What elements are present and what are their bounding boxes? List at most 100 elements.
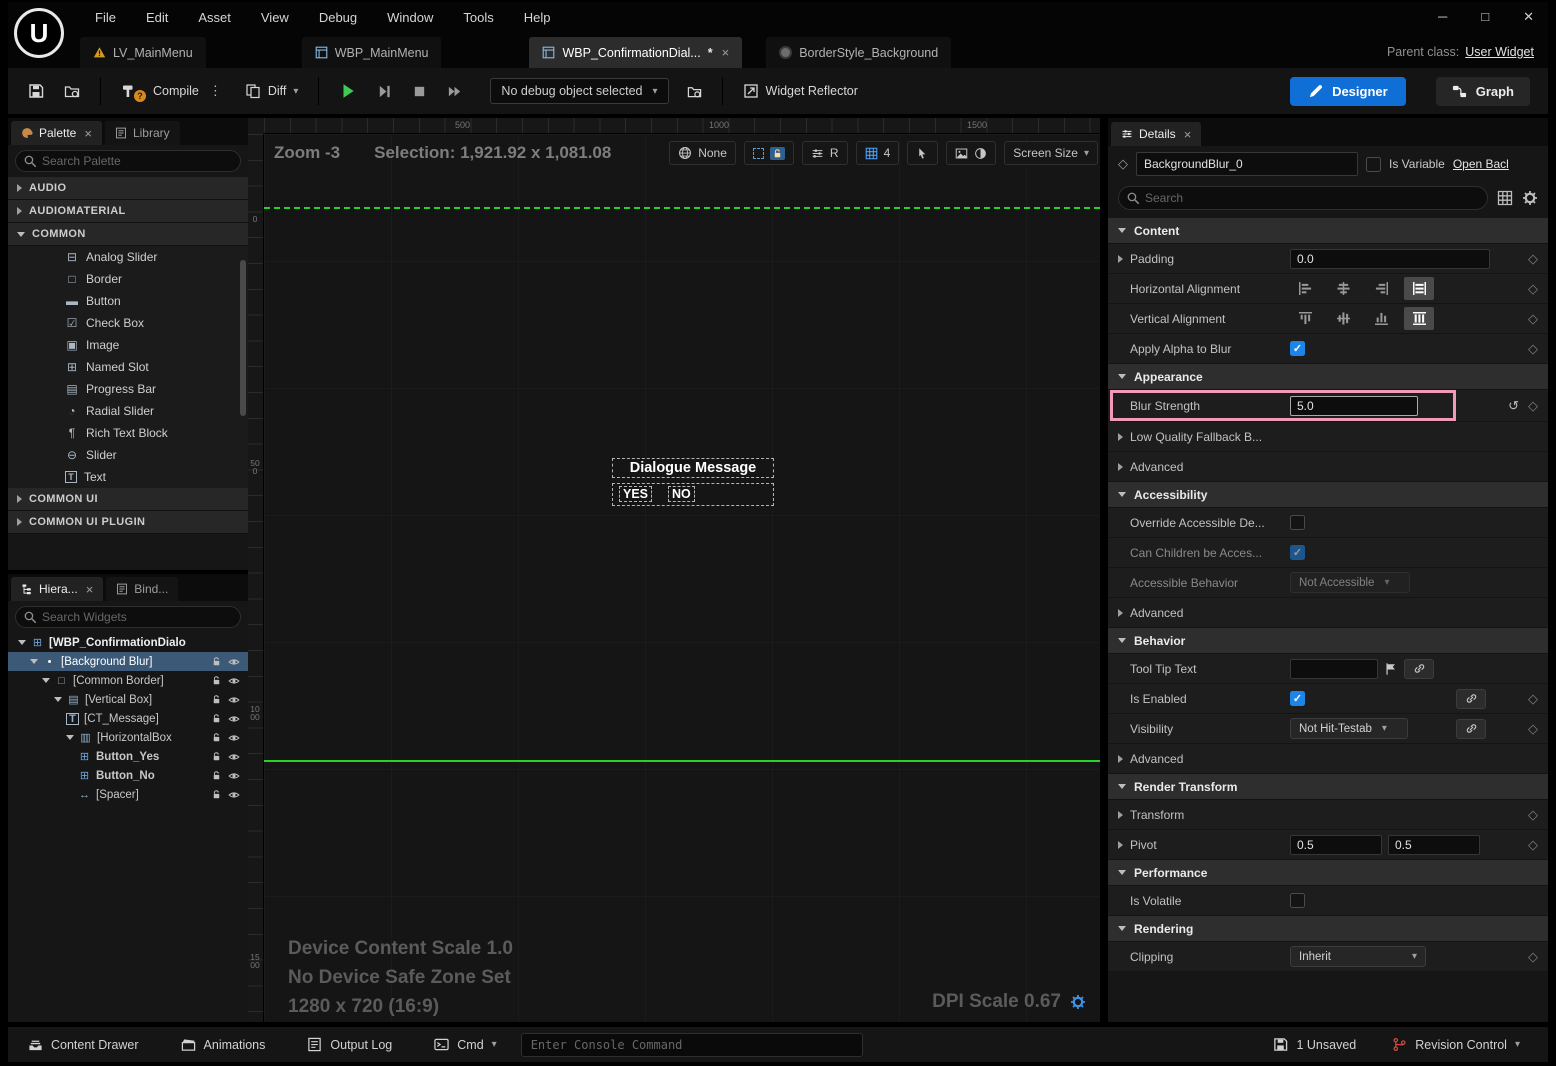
compile-button[interactable]: ? Compile ⋮ (113, 74, 233, 108)
palette-search-input[interactable] (15, 150, 241, 172)
section-performance[interactable]: Performance (1108, 860, 1548, 886)
padding-input[interactable] (1290, 248, 1490, 269)
palette-item-progress-bar[interactable]: ▤ Progress Bar (8, 378, 248, 400)
selected-widget-preview[interactable]: Dialogue Message YES NO (612, 458, 774, 506)
chevron-down-icon[interactable] (66, 735, 74, 740)
widget-name-input[interactable] (1136, 152, 1358, 176)
chevron-down-icon[interactable] (30, 659, 38, 664)
button-row-outline[interactable]: YES NO (612, 483, 774, 506)
bind-diamond-icon[interactable]: ◇ (1528, 251, 1538, 267)
valign-center-button[interactable] (1328, 307, 1358, 330)
close-tab-icon[interactable]: × (1184, 127, 1192, 142)
lock-icon[interactable] (211, 656, 222, 667)
bind-diamond-icon[interactable]: ◇ (1528, 311, 1538, 327)
find-debug-object-button[interactable] (679, 78, 710, 105)
menu-view[interactable]: View (246, 2, 304, 32)
open-parent-link[interactable]: Open Bacl (1453, 157, 1509, 171)
section-rendering[interactable]: Rendering (1108, 916, 1548, 942)
details-search-input[interactable] (1118, 186, 1488, 210)
animations-button[interactable]: Animations (167, 1032, 280, 1058)
section-behavior[interactable]: Behavior (1108, 628, 1548, 654)
section-content[interactable]: Content (1108, 218, 1548, 244)
graph-mode-button[interactable]: Graph (1435, 76, 1530, 106)
lock-icon[interactable] (211, 675, 222, 686)
valign-bottom-button[interactable] (1366, 307, 1396, 330)
hierarchy-item-horizontal-box[interactable]: ▥ [HorizontalBox (8, 728, 248, 747)
row-accessibility-advanced[interactable]: Advanced (1108, 598, 1548, 628)
section-appearance[interactable]: Appearance (1108, 364, 1548, 390)
lock-selection-button[interactable] (743, 141, 794, 165)
lock-icon[interactable] (211, 694, 222, 705)
gear-icon[interactable] (1522, 190, 1538, 206)
eye-icon[interactable] (228, 656, 240, 668)
minimize-icon[interactable]: ─ (1438, 9, 1447, 25)
asset-tab-borderstyle-background[interactable]: BorderStyle_Background (766, 37, 952, 68)
palette-item-analog-slider[interactable]: ⊟ Analog Slider (8, 246, 248, 268)
palette-item-image[interactable]: ▣ Image (8, 334, 248, 356)
compile-options-icon[interactable]: ⋮ (206, 83, 225, 99)
chevron-down-icon[interactable] (42, 678, 50, 683)
browse-to-asset-button[interactable] (56, 77, 88, 105)
halign-right-button[interactable] (1366, 277, 1396, 300)
is-enabled-checkbox[interactable] (1290, 691, 1305, 706)
tab-palette[interactable]: Palette × (11, 121, 102, 145)
hierarchy-item-button-no[interactable]: ⊞ Button_No (8, 766, 248, 785)
console-command-input[interactable] (520, 1032, 863, 1057)
debug-object-dropdown[interactable]: No debug object selected ▾ (490, 78, 669, 104)
cmd-dropdown[interactable]: Cmd ▾ (420, 1032, 510, 1058)
diff-button[interactable]: Diff ▾ (237, 77, 307, 105)
asset-tab-wbp-confirmationdialog[interactable]: WBP_ConfirmationDial... * × (529, 37, 743, 68)
menu-tools[interactable]: Tools (448, 2, 508, 32)
palette-group-common-ui-plugin[interactable]: COMMON UI PLUGIN (8, 511, 248, 534)
dialogue-message-text[interactable]: Dialogue Message (612, 458, 774, 478)
eye-icon[interactable] (228, 732, 240, 744)
menu-asset[interactable]: Asset (183, 2, 246, 32)
content-drawer-button[interactable]: Content Drawer (14, 1032, 153, 1058)
bind-function-button[interactable] (1456, 718, 1486, 739)
blur-strength-input[interactable] (1290, 395, 1418, 416)
revision-control-button[interactable]: Revision Control ▾ (1378, 1032, 1534, 1058)
display-filter-icon[interactable] (1497, 190, 1513, 206)
section-render-transform[interactable]: Render Transform (1108, 774, 1548, 800)
palette-group-audio[interactable]: AUDIO (8, 177, 248, 200)
palette-item-text[interactable]: T Text (8, 466, 248, 488)
palette-item-radial-slider[interactable]: ◔ Radial Slider (8, 400, 248, 422)
bind-diamond-icon[interactable]: ◇ (1528, 398, 1538, 414)
menu-debug[interactable]: Debug (304, 2, 372, 32)
close-icon[interactable]: ✕ (1523, 9, 1534, 25)
bind-diamond-icon[interactable]: ◇ (1528, 837, 1538, 853)
lock-icon[interactable] (211, 751, 222, 762)
halign-center-button[interactable] (1328, 277, 1358, 300)
hierarchy-item-common-border[interactable]: □ [Common Border] (8, 671, 248, 690)
lock-icon[interactable] (211, 713, 222, 724)
eye-icon[interactable] (228, 694, 240, 706)
eye-icon[interactable] (228, 751, 240, 763)
palette-group-audiomaterial[interactable]: AUDIOMATERIAL (8, 200, 248, 223)
palette-item-rich-text-block[interactable]: ¶ Rich Text Block (8, 422, 248, 444)
gear-icon[interactable] (1070, 994, 1086, 1010)
lock-icon[interactable] (211, 770, 222, 781)
row-appearance-advanced[interactable]: Advanced (1108, 452, 1548, 482)
eye-icon[interactable] (228, 675, 240, 687)
pivot-y-input[interactable] (1388, 834, 1480, 855)
palette-scrollbar[interactable] (240, 260, 246, 416)
yes-button-preview[interactable]: YES (619, 486, 653, 502)
frame-skip-button[interactable] (369, 78, 400, 105)
close-tab-icon[interactable]: × (722, 45, 730, 60)
designer-mode-button[interactable]: Designer (1290, 76, 1406, 106)
tab-library[interactable]: Library (104, 121, 180, 145)
menu-file[interactable]: File (80, 2, 131, 32)
asset-tab-lv-mainmenu[interactable]: LV_MainMenu (80, 37, 206, 68)
bind-function-button[interactable] (1404, 658, 1434, 679)
bind-function-button[interactable] (1456, 688, 1486, 709)
tab-details[interactable]: Details × (1111, 122, 1202, 146)
menu-window[interactable]: Window (372, 2, 448, 32)
reset-to-default-icon[interactable]: ↺ (1508, 398, 1519, 414)
save-button[interactable] (20, 77, 52, 105)
close-tab-icon[interactable]: × (84, 126, 92, 141)
section-accessibility[interactable]: Accessibility (1108, 482, 1548, 508)
no-button-preview[interactable]: NO (668, 486, 695, 502)
pivot-x-input[interactable] (1290, 834, 1382, 855)
valign-fill-button[interactable] (1404, 307, 1434, 330)
designer-canvas[interactable]: 500 1000 1500 0 500 1000 1500 Zoom -3 Se… (248, 118, 1100, 1022)
